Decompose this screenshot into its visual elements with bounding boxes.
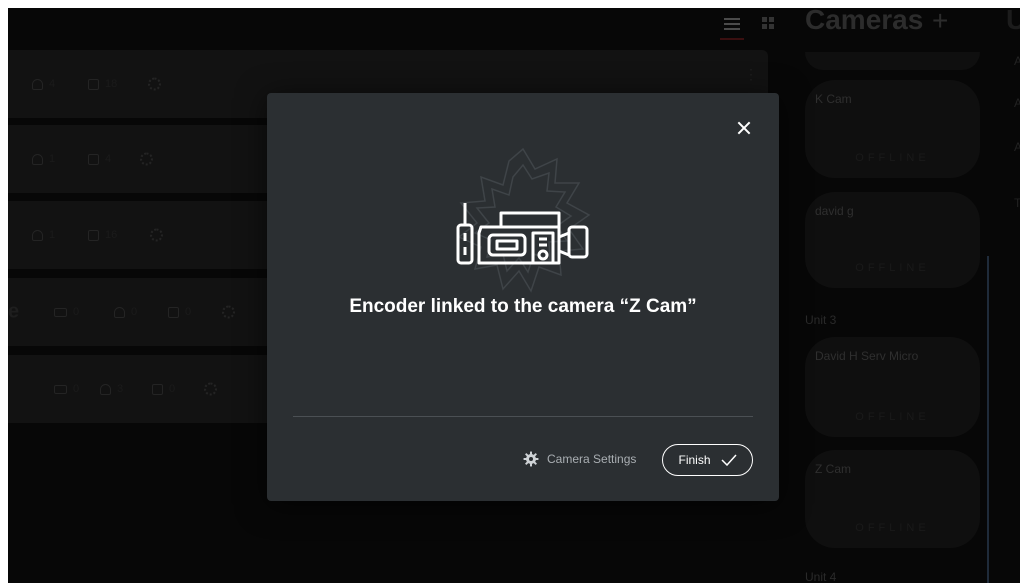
encoder-linked-dialog: Encoder linked to the camera “Z Cam” Cam… xyxy=(267,93,779,501)
camera-status: OFFLINE xyxy=(855,262,930,274)
camera-status: OFFLINE xyxy=(855,152,930,164)
camera-card[interactable]: david g OFFLINE xyxy=(805,192,980,288)
edge-text: A xyxy=(1014,54,1020,68)
edge-text: T xyxy=(1014,196,1020,210)
checkmark-icon xyxy=(720,454,737,466)
settings-gear[interactable] xyxy=(140,152,153,166)
add-camera-button[interactable]: + xyxy=(932,8,948,37)
gear-icon[interactable] xyxy=(148,77,161,91)
film-icon xyxy=(88,78,99,90)
camera-name: david g xyxy=(815,204,854,218)
cameras-stat: 0 xyxy=(54,306,79,318)
settings-gear[interactable] xyxy=(204,382,217,396)
users-stat: 3 xyxy=(100,383,123,395)
dialog-divider xyxy=(293,416,753,417)
camera-name: K Cam xyxy=(815,92,852,106)
unit-label: Unit 4 xyxy=(805,570,837,583)
media-stat: 18 xyxy=(88,78,117,90)
list-view-icon[interactable] xyxy=(720,18,744,40)
gear-icon xyxy=(523,451,539,467)
edge-text: A xyxy=(1014,96,1020,110)
grid-view-icon[interactable] xyxy=(762,17,774,29)
camera-panel-scrollbar[interactable] xyxy=(987,256,989,583)
camera-card[interactable]: K Cam OFFLINE xyxy=(805,80,980,178)
camera-icon xyxy=(54,384,67,394)
more-menu-icon[interactable]: ⋮ xyxy=(744,66,758,83)
film-icon xyxy=(88,153,99,165)
camera-settings-label: Camera Settings xyxy=(547,452,637,466)
user-icon xyxy=(32,229,43,241)
gear-icon[interactable] xyxy=(140,152,153,166)
camera-encoder-icon xyxy=(456,147,591,293)
cameras-stat: 0 xyxy=(54,383,79,395)
users-stat: 1 xyxy=(32,229,55,241)
media-stat: 0 xyxy=(168,306,191,318)
camera-settings-button[interactable]: Camera Settings xyxy=(523,451,636,467)
film-icon xyxy=(152,383,163,395)
camera-card-partial[interactable] xyxy=(805,52,980,70)
media-stat: 4 xyxy=(88,153,111,165)
link-success-message: Encoder linked to the camera “Z Cam” xyxy=(349,296,697,317)
film-icon xyxy=(88,229,99,241)
camera-status: OFFLINE xyxy=(855,411,930,423)
users-stat: 4 xyxy=(32,78,55,90)
camera-name: Z Cam xyxy=(815,462,851,476)
user-icon xyxy=(100,383,111,395)
settings-gear[interactable] xyxy=(222,305,235,319)
camera-status: OFFLINE xyxy=(855,522,930,534)
settings-gear[interactable] xyxy=(148,77,161,91)
media-stat: 0 xyxy=(152,383,175,395)
gear-icon[interactable] xyxy=(150,228,163,242)
user-icon xyxy=(114,306,125,318)
settings-gear[interactable] xyxy=(150,228,163,242)
film-icon xyxy=(168,306,179,318)
camera-name: David H Serv Micro xyxy=(815,349,919,363)
unit-label: Unit 3 xyxy=(805,313,837,327)
user-icon xyxy=(32,153,43,165)
finish-button[interactable]: Finish xyxy=(662,444,753,476)
media-stat: 16 xyxy=(88,229,117,241)
users-stat: 1 xyxy=(32,153,55,165)
close-icon[interactable] xyxy=(735,119,753,137)
edge-text: A xyxy=(1014,140,1020,154)
camera-icon xyxy=(54,307,67,317)
next-column-heading: U xyxy=(1006,8,1020,35)
gear-icon[interactable] xyxy=(222,305,235,319)
row-title: e xyxy=(8,300,20,323)
finish-label: Finish xyxy=(678,453,711,467)
cameras-heading: Cameras xyxy=(805,8,924,35)
users-stat: 0 xyxy=(114,306,137,318)
gear-icon[interactable] xyxy=(204,382,217,396)
camera-card[interactable]: Z Cam OFFLINE xyxy=(805,450,980,548)
camera-card[interactable]: David H Serv Micro OFFLINE xyxy=(805,337,980,437)
user-icon xyxy=(32,78,43,90)
